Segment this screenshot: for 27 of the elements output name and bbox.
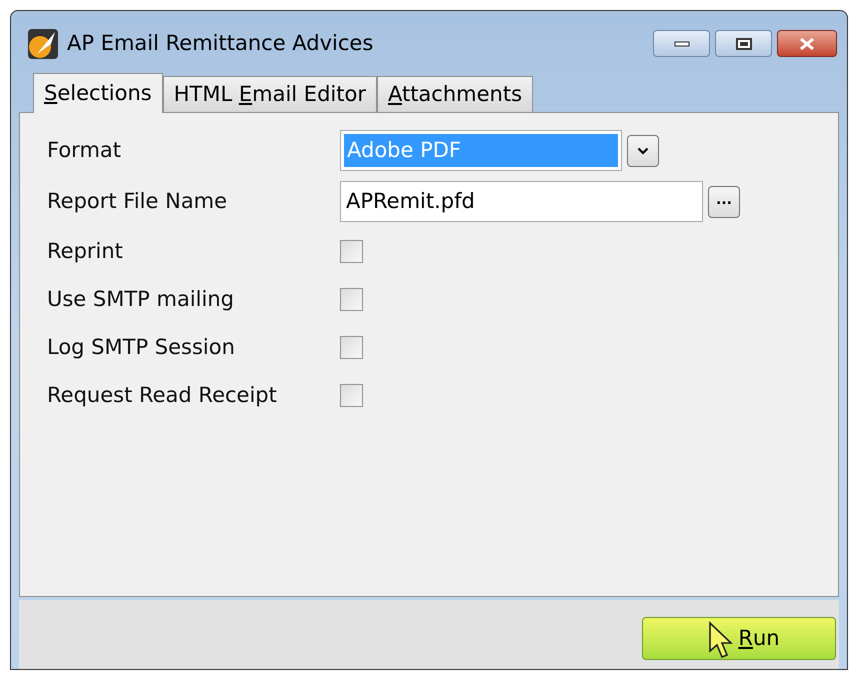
checkbox[interactable]: [340, 240, 363, 263]
checkbox[interactable]: [340, 384, 363, 407]
minimize-button[interactable]: [653, 30, 710, 58]
field-label: Log SMTP Session: [46, 334, 236, 361]
app-logo-icon: [27, 28, 59, 60]
close-icon: [799, 38, 815, 50]
field-label: Request Read Receipt: [46, 382, 278, 409]
field-label: Format: [46, 137, 122, 164]
browse-button[interactable]: ...: [708, 186, 740, 218]
checkbox[interactable]: [340, 288, 363, 311]
maximize-icon: [736, 38, 752, 50]
tab[interactable]: HTML Email Editor: [162, 76, 377, 112]
close-button[interactable]: [777, 30, 837, 58]
dropdown-button[interactable]: [627, 134, 659, 167]
file-name-field[interactable]: APRemit.pfd: [340, 181, 703, 222]
maximize-button[interactable]: [715, 30, 772, 58]
cursor-icon: [708, 621, 734, 659]
field-label: Reprint: [46, 238, 124, 265]
field-label: Report File Name: [46, 188, 228, 216]
run-button[interactable]: Run: [642, 617, 836, 660]
chevron-down-icon: [637, 146, 649, 155]
field-label: Use SMTP mailing: [46, 286, 235, 313]
tab[interactable]: Selections: [33, 73, 163, 114]
checkbox[interactable]: [340, 336, 363, 359]
tab[interactable]: Attachments: [376, 76, 534, 112]
window-title: AP Email Remittance Advices: [67, 30, 374, 58]
minimize-icon: [674, 40, 690, 47]
